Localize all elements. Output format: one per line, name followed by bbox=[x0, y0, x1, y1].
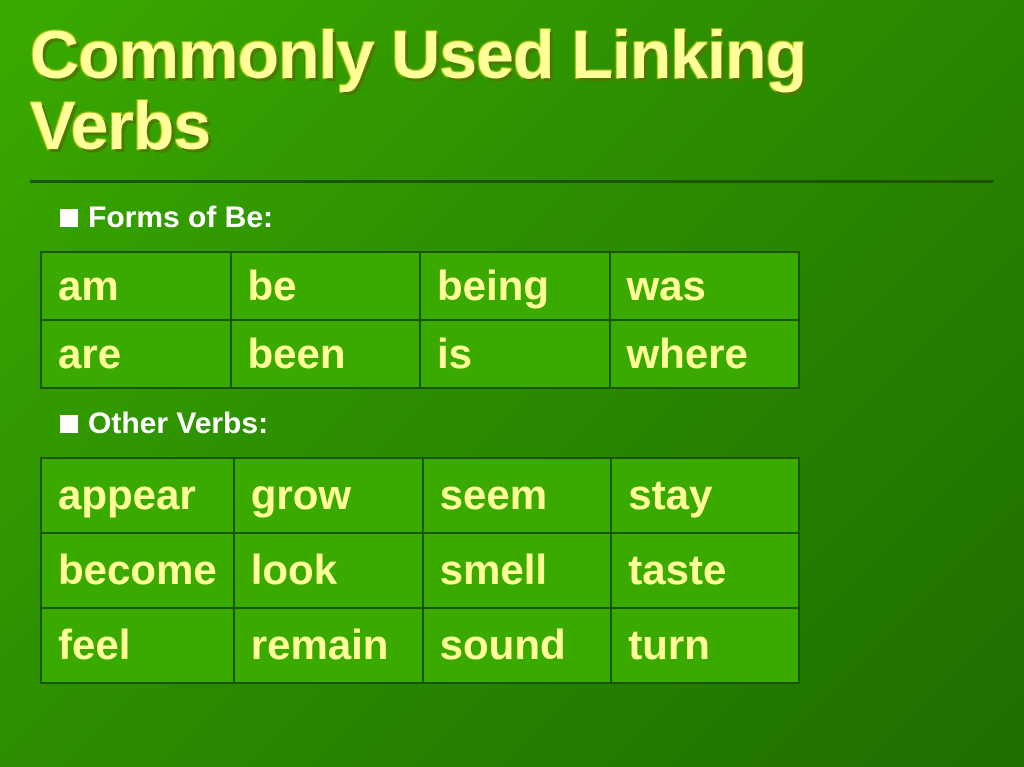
table-cell: seem bbox=[423, 458, 612, 533]
table-cell: being bbox=[420, 252, 610, 320]
table-cell: was bbox=[610, 252, 800, 320]
table-cell: turn bbox=[611, 608, 799, 683]
table-cell: sound bbox=[423, 608, 612, 683]
table-row: become look smell taste bbox=[41, 533, 799, 608]
table-cell: appear bbox=[41, 458, 234, 533]
page-container: Commonly Used Linking Verbs Forms of Be:… bbox=[0, 0, 1024, 767]
other-verbs-label: Other Verbs: bbox=[60, 407, 994, 441]
table-row: feel remain sound turn bbox=[41, 608, 799, 683]
table-cell: where bbox=[610, 320, 800, 388]
bullet-square-2 bbox=[60, 415, 78, 433]
table-row: am be being was bbox=[41, 252, 799, 320]
table-cell: remain bbox=[234, 608, 423, 683]
table-cell: is bbox=[420, 320, 610, 388]
table-cell: am bbox=[41, 252, 231, 320]
other-verbs-table: appear grow seem stay become look smell … bbox=[40, 457, 800, 684]
table-cell: stay bbox=[611, 458, 799, 533]
table-cell: smell bbox=[423, 533, 612, 608]
table-row: appear grow seem stay bbox=[41, 458, 799, 533]
table-cell: look bbox=[234, 533, 423, 608]
table-cell: are bbox=[41, 320, 231, 388]
table-cell: be bbox=[231, 252, 421, 320]
forms-of-be-table: am be being was are been is where bbox=[40, 251, 800, 389]
table-cell: become bbox=[41, 533, 234, 608]
table-cell: feel bbox=[41, 608, 234, 683]
table-cell: taste bbox=[611, 533, 799, 608]
bullet-square-1 bbox=[60, 209, 78, 227]
table-cell: been bbox=[231, 320, 421, 388]
table-cell: grow bbox=[234, 458, 423, 533]
page-title: Commonly Used Linking Verbs bbox=[30, 20, 994, 163]
table-row: are been is where bbox=[41, 320, 799, 388]
title-divider bbox=[30, 180, 994, 183]
forms-of-be-label: Forms of Be: bbox=[60, 201, 994, 235]
